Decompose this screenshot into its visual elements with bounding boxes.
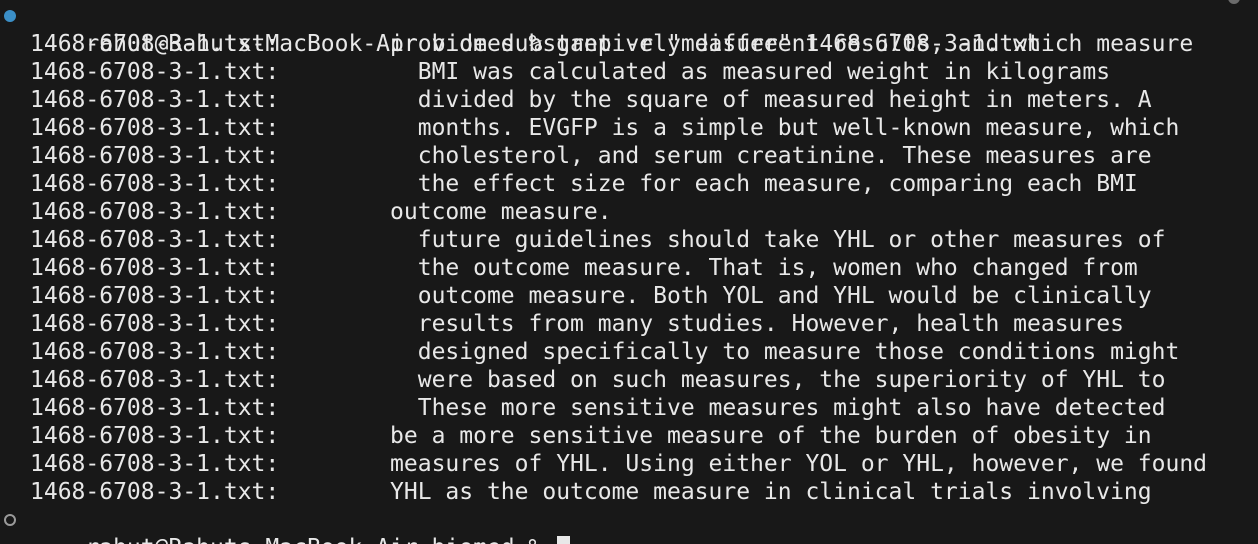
- output-filename: 1468-6708-3-1.txt:: [30, 395, 280, 421]
- output-filename: 1468-6708-3-1.txt:: [30, 87, 280, 113]
- output-line: 1468-6708-3-1.txt: designed specifically…: [0, 338, 1258, 366]
- output-filename: 1468-6708-3-1.txt:: [30, 367, 280, 393]
- output-match-text: the effect size for each measure, compar…: [279, 171, 1138, 197]
- output-filename: 1468-6708-3-1.txt:: [30, 143, 280, 169]
- output-line: 1468-6708-3-1.txt: were based on such me…: [0, 366, 1258, 394]
- output-line: 1468-6708-3-1.txt: months. EVGFP is a si…: [0, 114, 1258, 142]
- terminal-window[interactable]: rahut@Rahuts-MacBook-Air biomed % grep -…: [0, 0, 1258, 544]
- output-line: 1468-6708-3-1.txt: future guidelines sho…: [0, 226, 1258, 254]
- output-filename: 1468-6708-3-1.txt:: [30, 115, 280, 141]
- output-filename: 1468-6708-3-1.txt:: [30, 283, 280, 309]
- output-match-text: outcome measure.: [279, 199, 612, 225]
- output-filename: 1468-6708-3-1.txt:: [30, 255, 280, 281]
- output-match-text: YHL as the outcome measure in clinical t…: [279, 479, 1152, 505]
- output-line: 1468-6708-3-1.txt: outcome measure.: [0, 198, 1258, 226]
- command-line: rahut@Rahuts-MacBook-Air biomed % grep -…: [0, 2, 1258, 57]
- output-match-text: the outcome measure. That is, women who …: [279, 255, 1138, 281]
- current-prompt-line[interactable]: rahut@Rahuts-MacBook-Air biomed %: [0, 506, 1258, 544]
- output-match-text: cholesterol, and serum creatinine. These…: [279, 143, 1152, 169]
- output-match-text: BMI was calculated as measured weight in…: [279, 59, 1111, 85]
- output-filename: 1468-6708-3-1.txt:: [30, 451, 280, 477]
- output-line: 1468-6708-3-1.txt: the outcome measure. …: [0, 254, 1258, 282]
- output-line: 1468-6708-3-1.txt: cholesterol, and seru…: [0, 142, 1258, 170]
- output-line: 1468-6708-3-1.txt: YHL as the outcome me…: [0, 478, 1258, 506]
- output-line: 1468-6708-3-1.txt: be a more sensitive m…: [0, 422, 1258, 450]
- output-filename: 1468-6708-3-1.txt:: [30, 311, 280, 337]
- output-line: 1468-6708-3-1.txt: outcome measure. Both…: [0, 282, 1258, 310]
- output-match-text: provide substantively different results,…: [279, 31, 1194, 57]
- output-match-text: results from many studies. However, heal…: [279, 311, 1124, 337]
- output-filename: 1468-6708-3-1.txt:: [30, 339, 280, 365]
- command-output: 1468-6708-3-1.txt: provide substantively…: [0, 30, 1258, 506]
- output-match-text: months. EVGFP is a simple but well-known…: [279, 115, 1180, 141]
- command-idle-icon: [4, 514, 16, 526]
- output-line: 1468-6708-3-1.txt: BMI was calculated as…: [0, 58, 1258, 86]
- output-line: 1468-6708-3-1.txt: results from many stu…: [0, 310, 1258, 338]
- output-filename: 1468-6708-3-1.txt:: [30, 171, 280, 197]
- text-cursor: [557, 536, 571, 544]
- output-match-text: be a more sensitive measure of the burde…: [279, 423, 1152, 449]
- output-line: 1468-6708-3-1.txt: These more sensitive …: [0, 394, 1258, 422]
- output-match-text: future guidelines should take YHL or oth…: [279, 227, 1166, 253]
- output-match-text: divided by the square of measured height…: [279, 87, 1152, 113]
- output-line: 1468-6708-3-1.txt: the effect size for e…: [0, 170, 1258, 198]
- output-match-text: measures of YHL. Using either YOL or YHL…: [279, 451, 1208, 477]
- output-filename: 1468-6708-3-1.txt:: [30, 59, 280, 85]
- output-filename: 1468-6708-3-1.txt:: [30, 479, 280, 505]
- output-match-text: These more sensitive measures might also…: [279, 395, 1166, 421]
- output-filename: 1468-6708-3-1.txt:: [30, 31, 280, 57]
- output-filename: 1468-6708-3-1.txt:: [30, 227, 280, 253]
- output-line: 1468-6708-3-1.txt: divided by the square…: [0, 86, 1258, 114]
- output-match-text: designed specifically to measure those c…: [279, 339, 1180, 365]
- output-filename: 1468-6708-3-1.txt:: [30, 199, 280, 225]
- output-filename: 1468-6708-3-1.txt:: [30, 423, 280, 449]
- output-match-text: outcome measure. Both YOL and YHL would …: [279, 283, 1152, 309]
- output-line: 1468-6708-3-1.txt: measures of YHL. Usin…: [0, 450, 1258, 478]
- command-success-icon[interactable]: [4, 10, 16, 22]
- current-prompt-text: rahut@Rahuts-MacBook-Air biomed %: [85, 535, 542, 544]
- output-match-text: were based on such measures, the superio…: [279, 367, 1166, 393]
- output-line: 1468-6708-3-1.txt: provide substantively…: [0, 30, 1258, 58]
